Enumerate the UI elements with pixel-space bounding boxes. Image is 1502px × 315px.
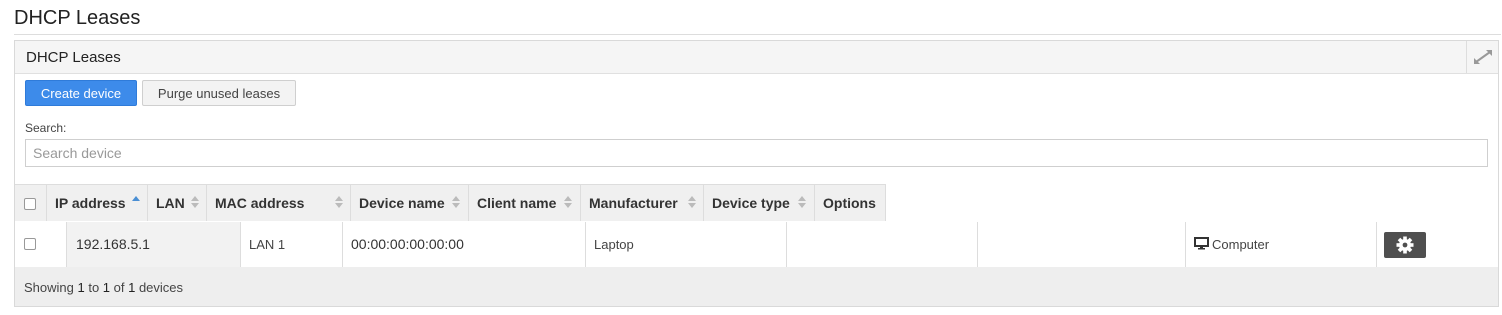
row-select-cell	[15, 222, 66, 267]
dhcp-leases-panel: DHCP Leases Create device Purge unused l…	[14, 40, 1499, 307]
column-manufacturer-label: Manufacturer	[589, 195, 678, 211]
select-all-header	[15, 184, 47, 221]
column-device-type-label: Device type	[712, 195, 790, 211]
column-ip-address-label: IP address	[55, 195, 126, 211]
column-client-name[interactable]: Client name	[469, 184, 581, 221]
search-input[interactable]	[25, 139, 1488, 167]
device-type-label: Computer	[1212, 237, 1270, 252]
column-device-type[interactable]: Device type	[704, 184, 815, 221]
table-footer: Showing 1 to 1 of 1 devices	[15, 267, 1498, 306]
mac-address-cell: 00:00:00:00:00:00	[342, 222, 585, 267]
client-name-cell	[786, 222, 977, 267]
sort-icon	[452, 196, 460, 210]
select-all-checkbox[interactable]	[24, 198, 36, 210]
sort-icon	[564, 196, 572, 210]
column-lan[interactable]: LAN	[148, 184, 207, 221]
monitor-icon	[1194, 237, 1209, 250]
table-row: 192.168.5.1 LAN 1 00:00:00:00:00:00 Lapt…	[15, 222, 1498, 268]
sort-ascending-icon	[132, 196, 140, 210]
page-title: DHCP Leases	[14, 7, 141, 29]
create-device-button[interactable]: Create device	[25, 80, 137, 106]
sort-icon	[191, 196, 199, 210]
sort-icon	[798, 196, 806, 210]
panel-title: DHCP Leases	[26, 49, 121, 66]
manufacturer-cell	[977, 222, 1185, 267]
sort-icon	[335, 196, 343, 210]
column-mac-address-label: MAC address	[215, 195, 305, 211]
purge-unused-leases-button[interactable]: Purge unused leases	[142, 80, 296, 106]
column-options-label: Options	[823, 195, 876, 211]
column-device-name[interactable]: Device name	[351, 184, 469, 221]
showing-count-text: Showing 1 to 1 of 1 devices	[24, 280, 184, 295]
column-manufacturer[interactable]: Manufacturer	[581, 184, 704, 221]
sort-icon	[688, 196, 696, 210]
column-mac-address[interactable]: MAC address	[207, 184, 351, 221]
row-checkbox[interactable]	[24, 238, 36, 250]
column-device-name-label: Device name	[359, 195, 445, 211]
options-gear-button[interactable]	[1384, 232, 1426, 258]
expand-button[interactable]	[1466, 41, 1498, 73]
gear-icon	[1396, 236, 1414, 254]
column-lan-label: LAN	[156, 195, 185, 211]
search-label: Search:	[25, 121, 67, 135]
device-type-cell: Computer	[1185, 222, 1376, 267]
column-client-name-label: Client name	[477, 195, 557, 211]
column-options: Options	[815, 184, 886, 221]
lan-cell: LAN 1	[240, 222, 342, 267]
column-ip-address[interactable]: IP address	[47, 184, 148, 221]
expand-arrows-icon	[1474, 50, 1492, 64]
panel-header: DHCP Leases	[15, 41, 1498, 74]
title-divider	[14, 34, 1501, 35]
ip-address-cell: 192.168.5.1	[66, 222, 240, 267]
device-name-cell: Laptop	[585, 222, 786, 267]
